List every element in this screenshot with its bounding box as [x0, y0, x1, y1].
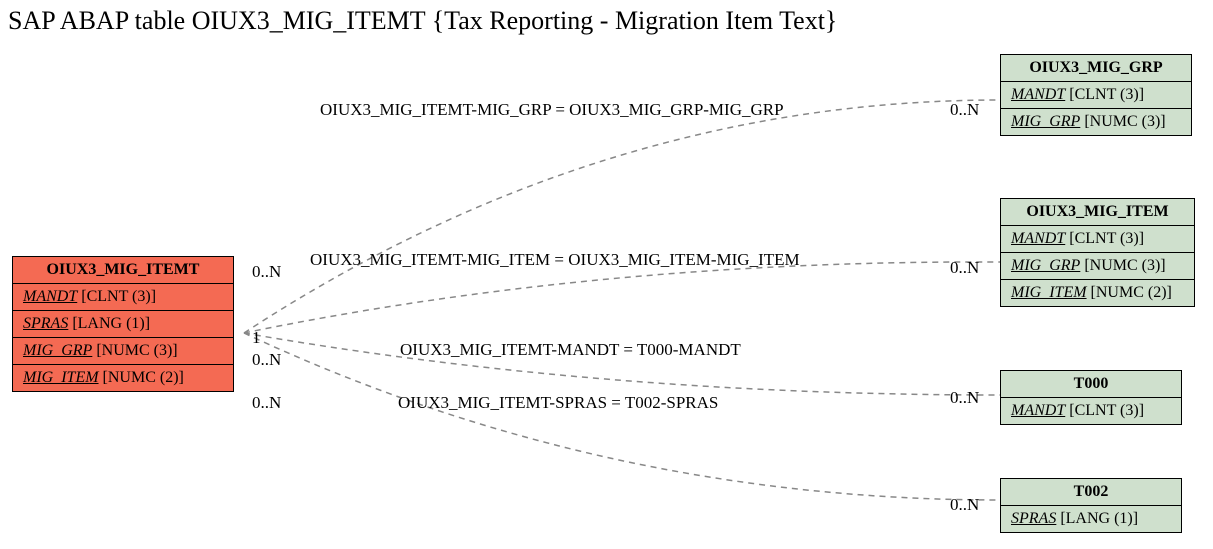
cardinality-left: 0..N: [252, 350, 281, 370]
field-row: SPRAS [LANG (1)]: [13, 311, 233, 338]
table-header: T000: [1001, 371, 1181, 398]
table-header: OIUX3_MIG_ITEM: [1001, 199, 1194, 226]
cardinality-right: 0..N: [950, 388, 979, 408]
relation-label: OIUX3_MIG_ITEMT-MIG_GRP = OIUX3_MIG_GRP-…: [320, 100, 784, 120]
edge-grp: [244, 100, 1000, 333]
table-t000: T000 MANDT [CLNT (3)]: [1000, 370, 1182, 425]
relation-label: OIUX3_MIG_ITEMT-MANDT = T000-MANDT: [400, 340, 741, 360]
field-row: MANDT [CLNT (3)]: [1001, 226, 1194, 253]
relation-label: OIUX3_MIG_ITEMT-MIG_ITEM = OIUX3_MIG_ITE…: [310, 250, 800, 270]
field-row: MANDT [CLNT (3)]: [1001, 82, 1191, 109]
field-row: MIG_GRP [NUMC (3)]: [1001, 253, 1194, 280]
cardinality-right: 0..N: [950, 495, 979, 515]
table-oiux3-mig-item: OIUX3_MIG_ITEM MANDT [CLNT (3)] MIG_GRP …: [1000, 198, 1195, 307]
field-row: MIG_ITEM [NUMC (2)]: [1001, 280, 1194, 306]
relation-label: OIUX3_MIG_ITEMT-SPRAS = T002-SPRAS: [398, 393, 718, 413]
field-row: MIG_ITEM [NUMC (2)]: [13, 365, 233, 391]
field-row: SPRAS [LANG (1)]: [1001, 506, 1181, 532]
table-header: OIUX3_MIG_ITEMT: [13, 257, 233, 284]
cardinality-right: 0..N: [950, 100, 979, 120]
field-row: MIG_GRP [NUMC (3)]: [1001, 109, 1191, 135]
edge-item: [244, 262, 1000, 333]
diagram-stage: SAP ABAP table OIUX3_MIG_ITEMT {Tax Repo…: [0, 0, 1213, 549]
table-oiux3-mig-grp: OIUX3_MIG_GRP MANDT [CLNT (3)] MIG_GRP […: [1000, 54, 1192, 136]
field-row: MANDT [CLNT (3)]: [13, 284, 233, 311]
table-header: OIUX3_MIG_GRP: [1001, 55, 1191, 82]
cardinality-left: 0..N: [252, 393, 281, 413]
table-t002: T002 SPRAS [LANG (1)]: [1000, 478, 1182, 533]
field-row: MANDT [CLNT (3)]: [1001, 398, 1181, 424]
cardinality-left: 0..N: [252, 262, 281, 282]
field-row: MIG_GRP [NUMC (3)]: [13, 338, 233, 365]
cardinality-right: 0..N: [950, 258, 979, 278]
table-oiux3-mig-itemt: OIUX3_MIG_ITEMT MANDT [CLNT (3)] SPRAS […: [12, 256, 234, 392]
cardinality-left: 1: [252, 328, 261, 348]
table-header: T002: [1001, 479, 1181, 506]
